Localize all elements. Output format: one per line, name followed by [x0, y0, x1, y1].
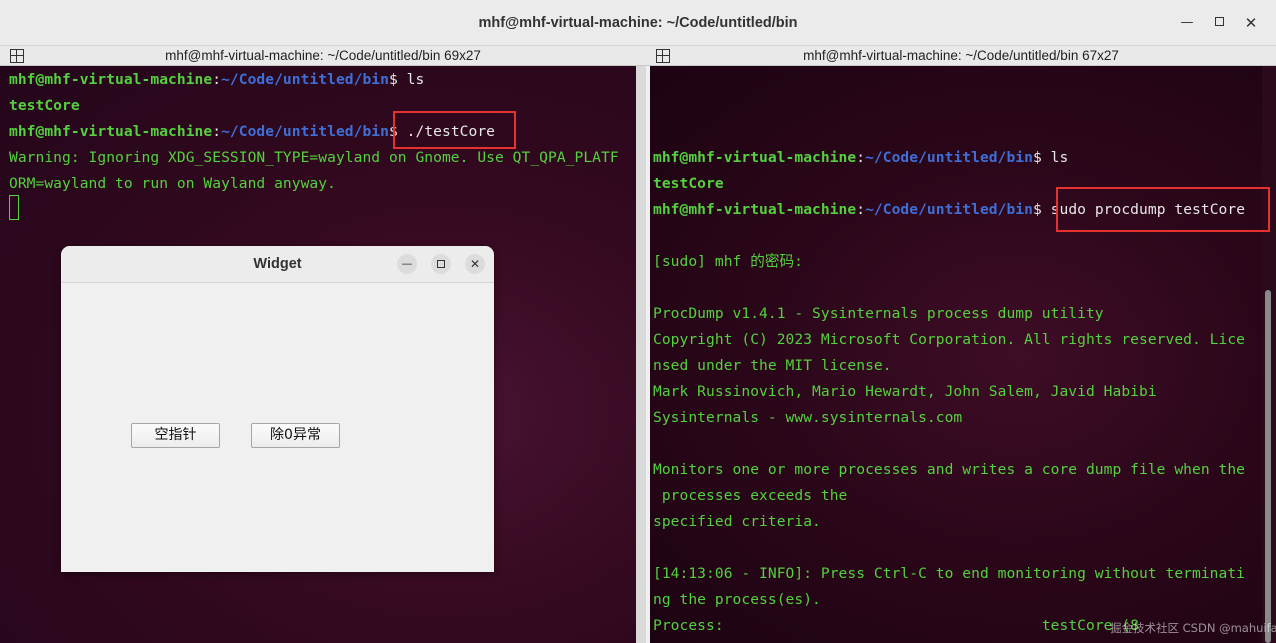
right-pane-title: mhf@mhf-virtual-machine: ~/Code/untitled… [803, 48, 1119, 63]
terminal-output: testCore [653, 175, 724, 192]
right-pane-header: mhf@mhf-virtual-machine: ~/Code/untitled… [646, 46, 1276, 66]
close-icon[interactable]: ✕ [1242, 14, 1260, 32]
sudo-prompt: [sudo] mhf 的密码: [653, 253, 803, 270]
highlight-box [393, 111, 516, 149]
minimize-icon[interactable]: — [1178, 14, 1196, 32]
scrollbar-thumb[interactable] [1265, 290, 1271, 643]
right-terminal[interactable]: mhf@mhf-virtual-machine:~/Code/untitled/… [650, 66, 1262, 643]
minimize-icon[interactable]: — [397, 254, 417, 274]
terminal-output: testCore [9, 97, 80, 114]
terminal-output: Monitors one or more processes and write… [653, 461, 1246, 478]
terminal-output: ng the process(es). [653, 591, 821, 608]
widget-title: Widget [253, 256, 302, 272]
left-pane-title: mhf@mhf-virtual-machine: ~/Code/untitled… [165, 48, 481, 63]
terminal-line: mhf@mhf-virtual-machine:~/Code/untitled/… [653, 149, 1069, 166]
terminal-output: ProcDump v1.4.1 - Sysinternals process d… [653, 305, 1104, 322]
terminal-output: [14:13:06 - INFO]: Press Ctrl-C to end m… [653, 565, 1246, 582]
highlight-box [1056, 187, 1270, 232]
window-title: mhf@mhf-virtual-machine: ~/Code/untitled… [478, 15, 798, 31]
terminal-output: Process: testCore (8 [653, 617, 1140, 634]
pane-divider[interactable] [636, 66, 646, 643]
close-icon[interactable]: ✕ [465, 254, 485, 274]
left-pane-header: mhf@mhf-virtual-machine: ~/Code/untitled… [0, 46, 646, 66]
divide-by-zero-button[interactable]: 除0异常 [251, 423, 340, 448]
terminal-output: processes exceeds the [653, 487, 848, 504]
widget-titlebar: Widget — ✕ [61, 246, 494, 283]
maximize-icon[interactable] [1210, 14, 1228, 32]
terminal-output: specified criteria. [653, 513, 821, 530]
terminal-output: Copyright (C) 2023 Microsoft Corporation… [653, 331, 1246, 348]
terminal-warning: Warning: Ignoring XDG_SESSION_TYPE=wayla… [9, 149, 619, 166]
terminal-output: nsed under the MIT license. [653, 357, 892, 374]
terminal-warning: ORM=wayland to run on Wayland anyway. [9, 175, 336, 192]
watermark: 掘金技术社区 CSDN @mahuifa [1110, 621, 1276, 635]
window-titlebar: mhf@mhf-virtual-machine: ~/Code/untitled… [0, 0, 1276, 46]
widget-window: Widget — ✕ 空指针 除0异常 [61, 246, 494, 572]
terminal-cursor [9, 195, 19, 220]
terminal-output: Sysinternals - www.sysinternals.com [653, 409, 963, 426]
maximize-icon[interactable] [431, 254, 451, 274]
null-pointer-button[interactable]: 空指针 [131, 423, 220, 448]
terminal-output: Mark Russinovich, Mario Hewardt, John Sa… [653, 383, 1157, 400]
terminal-line: mhf@mhf-virtual-machine:~/Code/untitled/… [9, 71, 425, 88]
